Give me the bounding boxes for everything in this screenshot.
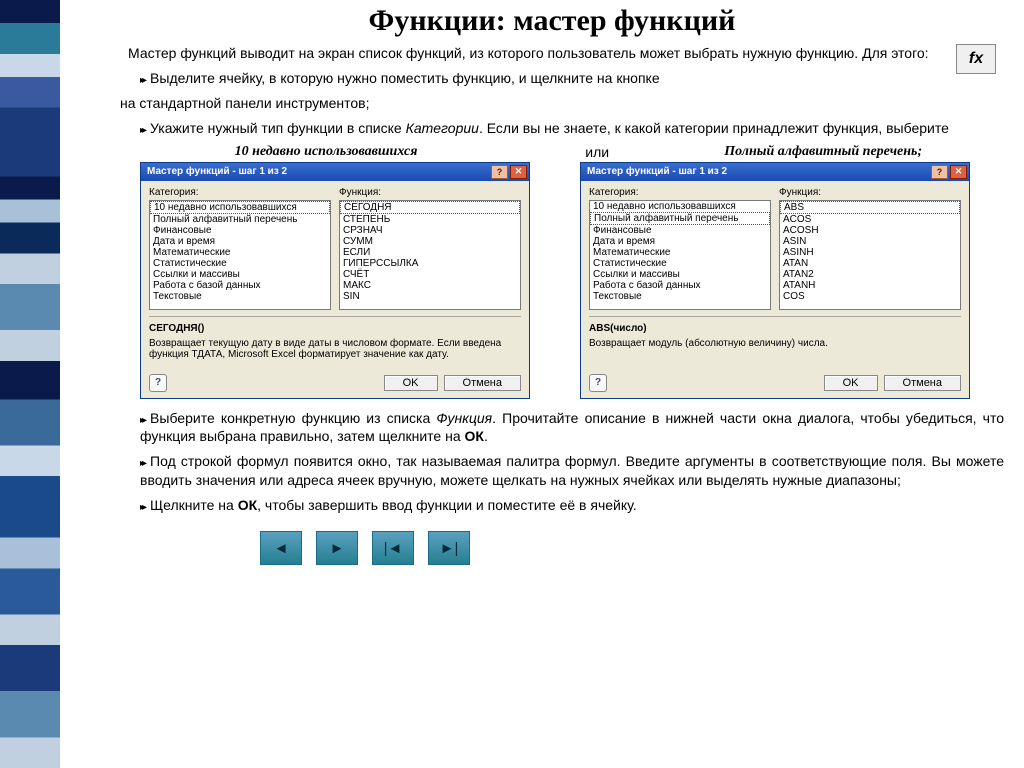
list-item[interactable]: Полный алфавитный перечень xyxy=(150,214,330,225)
function-description: Возвращает текущую дату в виде даты в чи… xyxy=(149,338,521,362)
list-item[interactable]: МАКС xyxy=(340,280,520,291)
bullet-icon xyxy=(140,453,150,469)
list-item[interactable]: COS xyxy=(780,291,960,302)
bullet-icon xyxy=(140,410,150,426)
list-item[interactable]: ABS xyxy=(780,201,960,214)
list-item[interactable]: СЕГОДНЯ xyxy=(340,201,520,214)
nav-first-button[interactable]: |◄ xyxy=(372,531,414,565)
list-item[interactable]: Финансовые xyxy=(590,225,770,236)
list-item[interactable]: Полный алфавитный перечень xyxy=(590,212,770,225)
list-item[interactable]: ATANH xyxy=(780,280,960,291)
list-item[interactable]: СРЗНАЧ xyxy=(340,225,520,236)
list-item[interactable]: Ссылки и массивы xyxy=(150,269,330,280)
category-label: Категория: xyxy=(149,187,331,198)
step-5: Щелкните на ОК, чтобы завершить ввод фун… xyxy=(100,496,1004,515)
label-full-list: Полный алфавитный перечень; xyxy=(642,144,1004,160)
list-item[interactable]: ГИПЕРССЫЛКА xyxy=(340,258,520,269)
step-4: Под строкой формул появится окно, так на… xyxy=(100,452,1004,490)
label-recent: 10 недавно использовавшихся xyxy=(100,144,552,160)
list-item[interactable]: ACOS xyxy=(780,214,960,225)
list-item[interactable]: Дата и время xyxy=(590,236,770,247)
list-item[interactable]: ASIN xyxy=(780,236,960,247)
function-label: Функция: xyxy=(339,187,521,198)
slide-content: Функции: мастер функций fх Мастер функци… xyxy=(60,0,1024,768)
list-item[interactable]: Текстовые xyxy=(150,291,330,302)
step-2: Укажите нужный тип функции в списке Кате… xyxy=(100,119,1004,138)
function-label: Функция: xyxy=(779,187,961,198)
step-1: Выделите ячейку, в которую нужно помести… xyxy=(100,69,1004,88)
category-listbox[interactable]: 10 недавно использовавшихся Полный алфав… xyxy=(589,200,771,310)
help-icon[interactable]: ? xyxy=(589,374,607,392)
close-button[interactable]: ✕ xyxy=(510,165,527,179)
function-signature: СЕГОДНЯ() xyxy=(149,323,521,334)
function-wizard-dialog-left: Мастер функций - шаг 1 из 2 ? ✕ Категори… xyxy=(140,162,530,399)
step-1-cont: на стандартной панели инструментов; xyxy=(100,94,1004,113)
list-item[interactable]: 10 недавно использовавшихся xyxy=(150,201,330,214)
list-item[interactable]: ЕСЛИ xyxy=(340,247,520,258)
list-item[interactable]: Статистические xyxy=(590,258,770,269)
list-item[interactable]: Финансовые xyxy=(150,225,330,236)
nav-buttons: ◄ ► |◄ ►| xyxy=(260,531,1004,565)
function-listbox[interactable]: СЕГОДНЯ СТЕПЕНЬ СРЗНАЧ СУММ ЕСЛИ ГИПЕРСС… xyxy=(339,200,521,310)
function-description: Возвращает модуль (абсолютную величину) … xyxy=(589,338,961,362)
help-button[interactable]: ? xyxy=(491,165,508,179)
list-item[interactable]: ATAN xyxy=(780,258,960,269)
bullet-icon xyxy=(140,120,150,136)
nav-next-button[interactable]: ► xyxy=(316,531,358,565)
function-signature: ABS(число) xyxy=(589,323,961,334)
titlebar: Мастер функций - шаг 1 из 2 ? ✕ xyxy=(141,163,529,181)
list-item[interactable]: ACOSH xyxy=(780,225,960,236)
close-button[interactable]: ✕ xyxy=(950,165,967,179)
list-item[interactable]: ATAN2 xyxy=(780,269,960,280)
dialog-title: Мастер функций - шаг 1 из 2 xyxy=(147,166,287,177)
list-item[interactable]: Математические xyxy=(590,247,770,258)
decorative-side-stripe xyxy=(0,0,60,768)
list-item[interactable]: Работа с базой данных xyxy=(590,280,770,291)
function-listbox[interactable]: ABS ACOS ACOSH ASIN ASINH ATAN ATAN2 ATA… xyxy=(779,200,961,310)
list-item[interactable]: Дата и время xyxy=(150,236,330,247)
list-item[interactable]: СЧЁТ xyxy=(340,269,520,280)
label-or: или xyxy=(552,144,642,160)
ok-button[interactable]: OK xyxy=(824,375,878,391)
help-button[interactable]: ? xyxy=(931,165,948,179)
bullet-icon xyxy=(140,497,150,513)
list-item[interactable]: СТЕПЕНЬ xyxy=(340,214,520,225)
intro-paragraph: Мастер функций выводит на экран список ф… xyxy=(100,44,1004,63)
cancel-button[interactable]: Отмена xyxy=(444,375,521,391)
help-icon[interactable]: ? xyxy=(149,374,167,392)
cancel-button[interactable]: Отмена xyxy=(884,375,961,391)
dialog-title: Мастер функций - шаг 1 из 2 xyxy=(587,166,727,177)
list-item[interactable]: Математические xyxy=(150,247,330,258)
category-label: Категория: xyxy=(589,187,771,198)
list-item[interactable]: SIN xyxy=(340,291,520,302)
list-item[interactable]: Статистические xyxy=(150,258,330,269)
step-3: Выберите конкретную функцию из списка Фу… xyxy=(100,409,1004,447)
page-title: Функции: мастер функций xyxy=(100,4,1004,38)
fx-icon: fх xyxy=(956,44,996,74)
nav-last-button[interactable]: ►| xyxy=(428,531,470,565)
list-item[interactable]: Ссылки и массивы xyxy=(590,269,770,280)
list-item[interactable]: 10 недавно использовавшихся xyxy=(590,201,770,212)
list-item[interactable]: СУММ xyxy=(340,236,520,247)
bullet-icon xyxy=(140,70,150,86)
list-item[interactable]: ASINH xyxy=(780,247,960,258)
list-item[interactable]: Текстовые xyxy=(590,291,770,302)
category-listbox[interactable]: 10 недавно использовавшихся Полный алфав… xyxy=(149,200,331,310)
titlebar: Мастер функций - шаг 1 из 2 ? ✕ xyxy=(581,163,969,181)
option-labels-row: 10 недавно использовавшихся или Полный а… xyxy=(100,144,1004,160)
function-wizard-dialog-right: Мастер функций - шаг 1 из 2 ? ✕ Категори… xyxy=(580,162,970,399)
nav-prev-button[interactable]: ◄ xyxy=(260,531,302,565)
list-item[interactable]: Работа с базой данных xyxy=(150,280,330,291)
ok-button[interactable]: OK xyxy=(384,375,438,391)
